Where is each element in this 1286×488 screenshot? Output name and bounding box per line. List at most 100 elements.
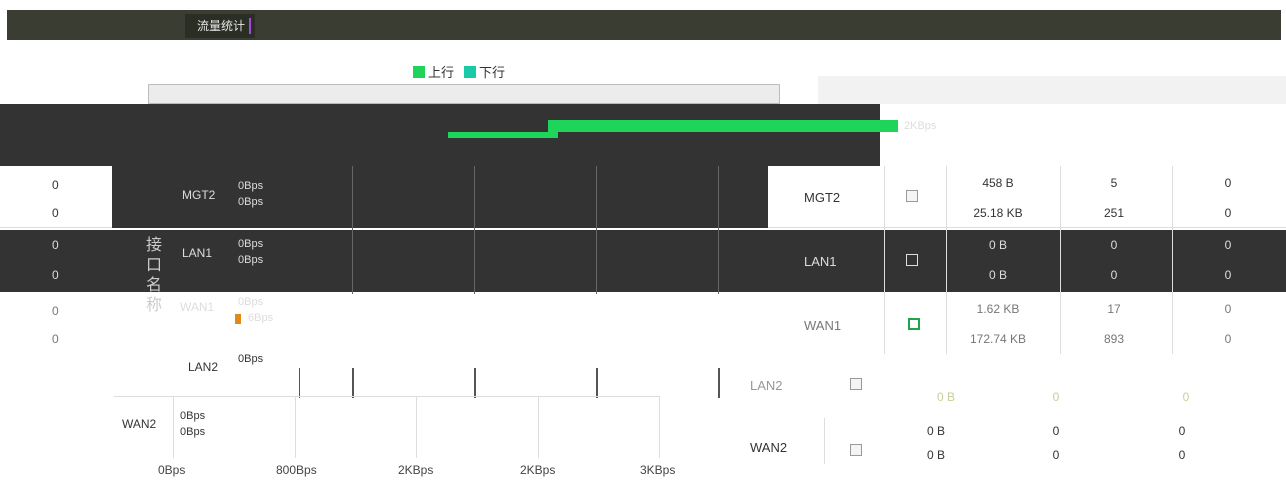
chart-gridline: [352, 368, 354, 398]
right-table-header: [818, 76, 1286, 104]
stats-iface-name: WAN1: [804, 318, 842, 333]
bytes-sent: 458 B: [982, 176, 1014, 190]
errors-recv: 0: [1224, 332, 1232, 346]
chart-gridline: [474, 166, 475, 294]
iface-name: MGT2: [182, 188, 216, 202]
bytes-recv: 0 B: [926, 448, 945, 462]
errors-recv: 0: [1178, 448, 1186, 462]
iface-down: 0Bps: [238, 254, 264, 266]
left-value: 0: [52, 304, 59, 318]
chart-gridline: [659, 396, 660, 458]
legend-up-swatch: [413, 66, 425, 78]
chart-cell: [524, 300, 596, 340]
x-tick: 2KBps: [520, 463, 556, 477]
scale-label: 2KBps: [904, 120, 937, 132]
iface-up: 0Bps: [238, 180, 264, 192]
pkts-sent: 0: [1052, 390, 1060, 404]
legend-down-label: 下行: [479, 65, 506, 80]
iface-down: 6Bps: [248, 312, 274, 324]
stats-row-lan2: LAN2 0 B 0 0: [750, 358, 1286, 420]
tab-traffic-stats[interactable]: 流量统计: [185, 14, 255, 38]
legend-up-label: 上行: [428, 65, 455, 80]
left-value: 0: [52, 178, 59, 192]
errors-sent: 0: [1224, 176, 1232, 190]
bytes-recv: 25.18 KB: [973, 206, 1023, 220]
legend-down[interactable]: 下行: [464, 62, 505, 81]
errors-recv: 0: [1224, 268, 1232, 282]
iface-checkbox[interactable]: [906, 254, 918, 266]
pkts-sent: 0: [1052, 424, 1060, 438]
chart-gridline: [173, 396, 174, 458]
chart-cell: [403, 300, 475, 340]
errors-sent: 0: [1182, 390, 1190, 404]
bytes-sent: 0 B: [936, 390, 955, 404]
chart-gridline: [416, 396, 417, 458]
errors-sent: 0: [1224, 302, 1232, 316]
iface-down: 0Bps: [180, 426, 206, 438]
stats-iface-name: MGT2: [804, 190, 841, 205]
chart-divider: [114, 396, 660, 397]
iface-checkbox[interactable]: [906, 190, 918, 202]
column-divider: [1172, 166, 1173, 354]
chart-gridline: [718, 166, 719, 294]
column-divider: [884, 166, 885, 354]
iface-up: 0Bps: [238, 296, 264, 308]
up-traffic-bar: [548, 120, 898, 132]
pkts-recv: 0: [1052, 448, 1060, 462]
left-value: 0: [52, 206, 59, 220]
iface-checkbox[interactable]: [850, 378, 862, 390]
down-traffic-marker: [235, 314, 241, 324]
chart-gridline: [718, 368, 720, 398]
chart-legend: 上行 下行: [413, 62, 505, 81]
bytes-sent: 0 B: [988, 238, 1007, 252]
chart-gridline: [299, 368, 300, 398]
errors-recv: 0: [1224, 206, 1232, 220]
chart-gridline: [538, 396, 539, 458]
iface-name: LAN2: [188, 360, 219, 374]
iface-down: 0Bps: [238, 196, 264, 208]
stats-row-lan1: LAN1 0 B 0 B 0 0 0 0: [768, 230, 1286, 292]
extra-recv: 0: [1250, 448, 1286, 462]
stats-iface-name: WAN2: [750, 440, 788, 455]
x-tick: 800Bps: [276, 463, 317, 477]
chart-row-lan2: [235, 368, 720, 398]
x-tick: 3KBps: [640, 463, 676, 477]
extra-sent: 0: [1250, 424, 1286, 438]
iface-name: LAN1: [182, 246, 213, 260]
side-label: 接口名称: [146, 237, 163, 314]
left-value: 0: [52, 332, 59, 346]
column-divider: [946, 166, 947, 354]
legend-down-swatch: [464, 66, 477, 78]
bytes-sent: 0 B: [926, 424, 945, 438]
left-row-mgt2: 0 0: [0, 166, 112, 228]
chart-gridline: [352, 166, 353, 294]
pkts-recv: 893: [1103, 332, 1125, 346]
chart-cell: [646, 300, 718, 340]
stats-iface-name: LAN2: [750, 378, 783, 393]
errors-sent: 0: [1224, 238, 1232, 252]
x-tick: 2KBps: [398, 463, 434, 477]
iface-up: 0Bps: [238, 353, 264, 365]
stats-iface-name: LAN1: [804, 254, 837, 269]
stats-row-wan1: WAN1 1.62 KB 172.74 KB 17 893 0 0: [768, 294, 1286, 356]
left-table-header: [148, 84, 780, 104]
iface-name: WAN2: [122, 417, 157, 431]
bytes-recv: 0 B: [988, 268, 1007, 282]
column-divider: [824, 418, 825, 464]
iface-checkbox[interactable]: [908, 318, 920, 330]
chart-gridline: [474, 368, 476, 398]
left-value: 0: [52, 268, 59, 282]
left-value: 0: [52, 238, 59, 252]
iface-checkbox[interactable]: [850, 444, 862, 456]
top-bar: 流量统计: [7, 10, 1281, 40]
legend-up[interactable]: 上行: [413, 62, 454, 81]
stats-row-mgt2: MGT2 458 B 25.18 KB 5 251 0 0: [768, 166, 1286, 228]
row-lan1: 0 0: [0, 230, 768, 292]
iface-name: WAN1: [180, 300, 215, 314]
column-divider: [1060, 166, 1061, 354]
bytes-sent: 1.62 KB: [976, 302, 1020, 316]
errors-sent: 0: [1178, 424, 1186, 438]
down-traffic-bar: [448, 132, 558, 138]
pkts-recv: 251: [1103, 206, 1125, 220]
pkts-sent: 0: [1110, 238, 1118, 252]
